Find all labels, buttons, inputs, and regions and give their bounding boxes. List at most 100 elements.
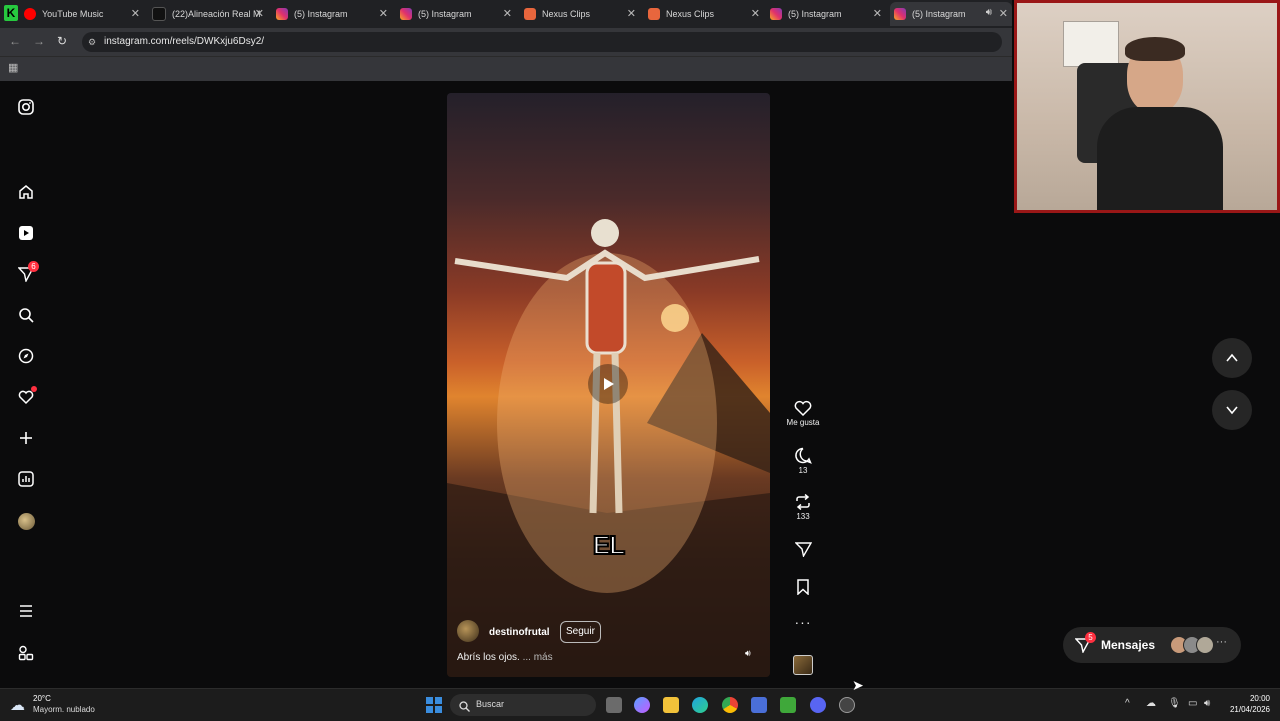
tab-title: YouTube Music [42,9,104,19]
previous-reel-button[interactable] [1212,338,1252,378]
instagram-icon [400,8,412,20]
clock-date[interactable]: 21/04/2026 [1220,705,1270,714]
avatar-icon[interactable] [17,512,35,530]
nexus-clips-icon [524,8,536,20]
weather-cloud-icon[interactable]: ☁ [10,696,25,714]
microphone-icon[interactable]: 🎙︎ [1168,698,1181,709]
store-icon[interactable] [751,697,767,713]
close-icon[interactable]: ✕ [131,7,140,20]
close-icon[interactable]: ✕ [873,7,882,20]
webcam-background-object [1063,21,1119,67]
home-icon[interactable] [17,183,35,201]
compass-icon[interactable] [17,347,35,365]
tab-7-active[interactable]: (5) Instagram 🔊︎ ✕ [890,2,1012,26]
search-icon[interactable] [17,306,35,324]
tab-2[interactable]: (5) Instagram ✕ [276,2,392,26]
messages-button[interactable]: 5 Mensajes ··· [1063,627,1241,663]
minecraft-icon[interactable] [780,697,796,713]
close-icon[interactable]: ✕ [999,7,1008,20]
tab-5[interactable]: Nexus Clips ✕ [648,2,764,26]
send-icon[interactable]: 6 [17,261,39,283]
tab-title: Nexus Clips [666,9,715,19]
streamer-hair [1125,37,1185,61]
back-icon[interactable]: ← [9,34,21,48]
tab-4[interactable]: Nexus Clips ✕ [524,2,640,26]
taskbar-search[interactable]: Buscar [450,694,596,716]
messages-label: Mensajes [1101,638,1156,652]
speaker-icon[interactable]: 🔊︎ [986,7,992,18]
discord-icon[interactable] [810,697,826,713]
webcam-overlay [1014,0,1280,213]
file-explorer-icon[interactable] [663,697,679,713]
notification-dot [31,386,37,392]
browser-tab-bar: K YouTube Music ✕ (22)Alineación Real M … [0,0,1012,28]
nexus-clips-icon [648,8,660,20]
audio-track-thumbnail[interactable] [786,655,820,677]
author-avatar[interactable] [457,620,479,642]
plus-icon[interactable] [17,429,35,447]
tab-3[interactable]: (5) Instagram ✕ [400,2,516,26]
reload-icon[interactable]: ↻ [57,34,67,48]
menu-icon[interactable] [17,602,35,620]
clock-time[interactable]: 20:00 [1226,694,1270,703]
bookmarks-bar: ▦ [0,56,1012,81]
apps-grid-icon[interactable]: ▦ [8,61,18,74]
heart-icon[interactable] [17,386,37,406]
kick-icon[interactable]: K [4,5,18,21]
more-link[interactable]: ... más [523,652,553,663]
reel-video[interactable]: EL destinofrutal Seguir Abrís los ojos. … [447,93,770,677]
repost-count: 133 [796,512,810,521]
apps-icon[interactable] [17,644,35,662]
network-icon[interactable]: ▭ [1188,698,1197,709]
author-username[interactable]: destinofrutal [489,627,550,638]
avatar [1196,636,1214,654]
tab-0[interactable]: YouTube Music ✕ [24,2,144,26]
tab-1[interactable]: (22)Alineación Real M ✕ [152,2,268,26]
notification-badge: 6 [28,261,39,272]
follow-button[interactable]: Seguir [560,621,601,643]
tab-title: (5) Instagram [418,9,472,19]
tray-chevron-up-icon[interactable]: ^ [1125,698,1130,709]
repost-icon [796,493,810,511]
volume-icon[interactable]: 🔊︎ [745,648,751,659]
close-icon[interactable]: ✕ [627,7,636,20]
volume-icon[interactable]: 🔊︎ [1204,698,1210,709]
comment-icon [795,447,812,464]
save-button[interactable] [786,579,820,597]
tab-6[interactable]: (5) Instagram ✕ [770,2,886,26]
reels-icon[interactable] [17,224,35,242]
like-button[interactable]: Me gusta [786,400,820,427]
copilot-icon[interactable] [634,697,650,713]
chart-icon[interactable] [17,470,35,488]
chevron-up-icon [1226,353,1238,362]
edge-icon[interactable] [692,697,708,713]
url-text: instagram.com/reels/DWKxju6Dsy2/ [104,36,265,47]
close-icon[interactable]: ✕ [751,7,760,20]
next-reel-button[interactable] [1212,390,1252,430]
address-bar[interactable]: ⚙ instagram.com/reels/DWKxju6Dsy2/ [82,32,1002,52]
site-info-icon[interactable]: ⚙ [88,32,96,52]
windows-start-icon[interactable] [426,697,442,713]
close-icon[interactable]: ✕ [255,7,264,20]
reel-description: Abrís los ojos. ... más [457,652,553,663]
close-icon[interactable]: ✕ [379,7,388,20]
comment-button[interactable]: 13 [786,447,820,475]
send-icon [793,542,812,558]
search-placeholder: Buscar [476,699,505,709]
share-button[interactable] [786,541,820,559]
task-view-icon[interactable] [606,697,622,713]
repost-button[interactable]: 133 [786,493,820,521]
app-icon[interactable] [839,697,855,713]
weather-description[interactable]: Mayorm. nublado [33,705,95,714]
browser-toolbar: ← → ↻ ⚙ instagram.com/reels/DWKxju6Dsy2/ [0,28,1012,56]
forward-icon[interactable]: → [33,34,45,48]
weather-temp[interactable]: 20°C [33,694,51,703]
play-icon[interactable] [588,364,628,404]
more-options-icon[interactable]: ··· [786,614,820,630]
close-icon[interactable]: ✕ [503,7,512,20]
tray-app-icon[interactable]: ☁ [1146,698,1156,709]
instagram-logo-icon[interactable] [17,98,35,116]
caption-overlay: EL [592,529,626,561]
more-icon: ··· [1216,636,1227,648]
chrome-icon[interactable] [722,697,738,713]
